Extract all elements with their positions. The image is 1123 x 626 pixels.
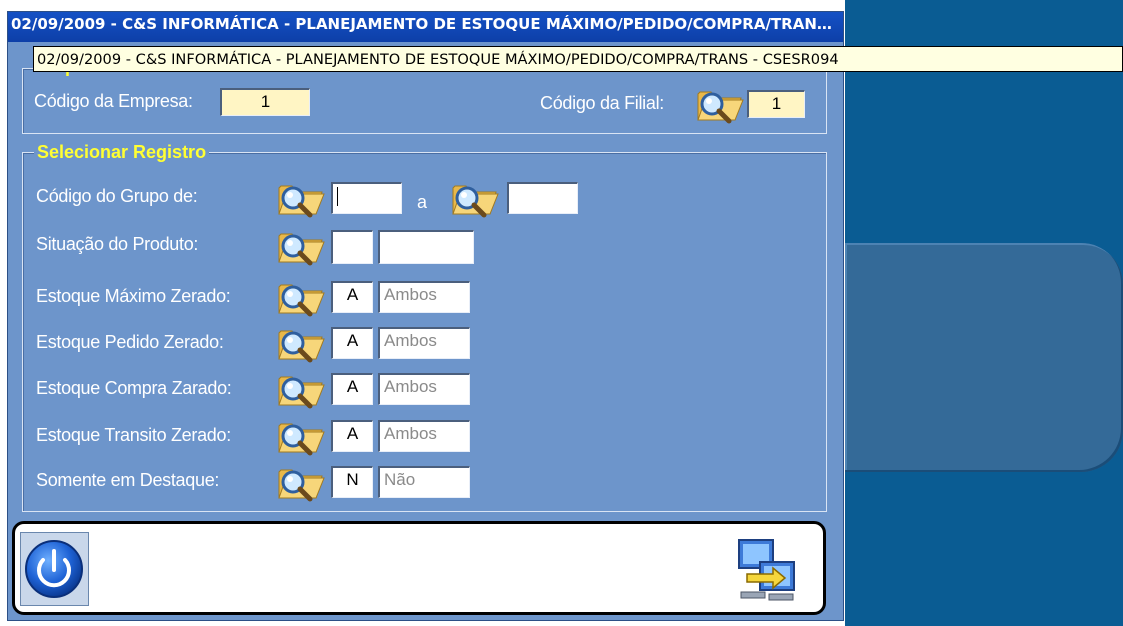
somente-destaque-code-field[interactable]: N (331, 466, 373, 498)
estoque-transito-desc-field: Ambos (378, 420, 470, 452)
grupo-ate-field[interactable] (507, 182, 578, 214)
grupo-de-field[interactable] (331, 182, 402, 214)
background-panel-tab (845, 243, 1123, 472)
exit-button[interactable] (20, 532, 89, 606)
somente-destaque-label: Somente em Destaque: (36, 470, 220, 490)
estoque-maximo-label: Estoque Máximo Zerado: (36, 286, 231, 306)
text-caret (337, 187, 338, 206)
situacao-label: Situação do Produto: (36, 234, 199, 254)
estoque-pedido-label: Estoque Pedido Zerado: (36, 332, 224, 352)
codigo-empresa-field[interactable]: 1 (220, 88, 310, 116)
window-title: 02/09/2009 - C&S INFORMÁTICA - PLANEJAME… (11, 15, 839, 33)
folder-search-icon[interactable] (276, 323, 326, 363)
estoque-transito-code-field[interactable]: A (331, 420, 373, 452)
codigo-filial-field[interactable]: 1 (747, 90, 805, 118)
title-bar[interactable]: 02/09/2009 - C&S INFORMÁTICA - PLANEJAME… (8, 12, 843, 42)
situacao-desc-field[interactable] (378, 230, 474, 264)
power-icon (25, 540, 83, 598)
folder-search-icon[interactable] (276, 226, 326, 266)
estoque-transito-label: Estoque Transito Zerado: (36, 425, 231, 445)
grupo-label: Código do Grupo de: (36, 186, 198, 206)
folder-search-icon[interactable] (276, 178, 326, 218)
transfer-computers-icon (738, 539, 795, 601)
estoque-maximo-code-field[interactable]: A (331, 281, 373, 313)
situacao-code-field[interactable] (331, 230, 373, 264)
estoque-compra-desc-field: Ambos (378, 373, 470, 405)
estoque-pedido-desc-field: Ambos (378, 327, 470, 359)
estoque-maximo-desc-field: Ambos (378, 281, 470, 313)
codigo-filial-label: Código da Filial: (540, 93, 664, 113)
estoque-compra-code-field[interactable]: A (331, 373, 373, 405)
folder-search-icon[interactable] (276, 369, 326, 409)
estoque-compra-label: Estoque Compra Zarado: (36, 378, 232, 398)
transfer-button[interactable] (733, 534, 800, 606)
title-tooltip: 02/09/2009 - C&S INFORMÁTICA - PLANEJAME… (33, 46, 1123, 72)
action-panel (12, 521, 826, 615)
folder-search-icon[interactable] (450, 178, 500, 218)
folder-search-icon[interactable] (276, 416, 326, 456)
codigo-empresa-label: Código da Empresa: (34, 91, 193, 111)
folder-search-icon[interactable] (695, 84, 745, 124)
estoque-pedido-code-field[interactable]: A (331, 327, 373, 359)
grupo-separator: a (417, 192, 427, 212)
folder-search-icon[interactable] (276, 462, 326, 502)
folder-search-icon[interactable] (276, 277, 326, 317)
somente-destaque-desc-field: Não (378, 466, 470, 498)
selecionar-registro-legend: Selecionar Registro (34, 142, 210, 163)
